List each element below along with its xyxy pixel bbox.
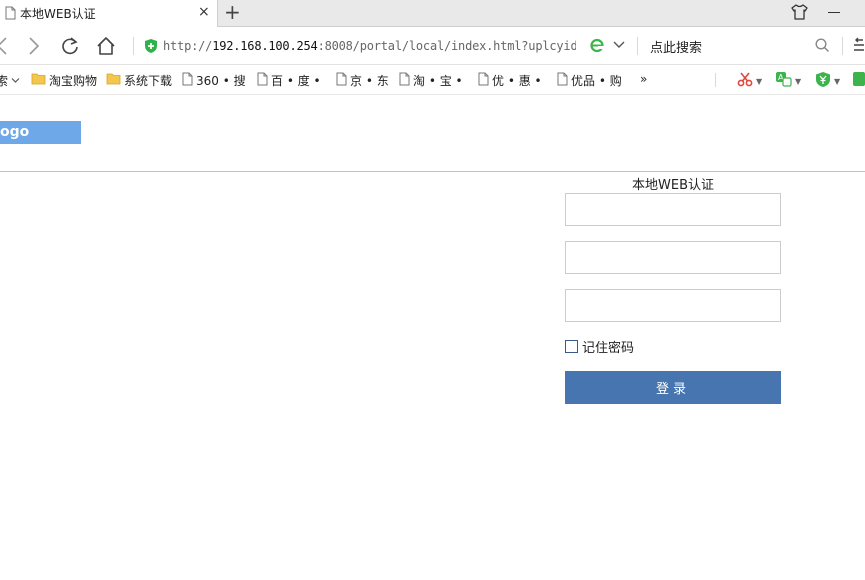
payment-shield-extension-button[interactable]: ▼: [815, 71, 840, 92]
header-divider: [0, 171, 865, 172]
folder-icon: [31, 73, 46, 88]
bookmark-label: 360 • 搜: [196, 74, 246, 88]
minimize-button[interactable]: [828, 12, 840, 13]
page-icon: [557, 72, 568, 89]
yuan-shield-icon: [815, 71, 831, 92]
scissors-icon: [737, 71, 753, 91]
tab-active[interactable]: 本地WEB认证 ×: [0, 0, 218, 27]
security-shield-icon[interactable]: [144, 38, 158, 58]
folder-icon: [106, 73, 121, 88]
bookmark-label: 淘 • 宝 •: [413, 74, 463, 88]
bookmark-label: 优品 • 购: [571, 74, 622, 88]
username-field[interactable]: [565, 193, 781, 226]
ie-compat-icon[interactable]: [589, 37, 605, 57]
tab-strip: 本地WEB认证 × +: [0, 0, 865, 27]
bookmark-label: 京 • 东: [350, 74, 389, 88]
portal-page: ogo 本地WEB认证 记住密码 登录: [0, 95, 865, 580]
bookmark-label: 百 • 度 •: [271, 74, 321, 88]
url-scheme: http://: [163, 39, 213, 53]
bookmark-label: 索: [0, 74, 9, 88]
remember-password-label: 记住密码: [582, 341, 635, 356]
new-tab-button[interactable]: +: [224, 2, 241, 22]
url-host: 192.168.100.254: [212, 39, 318, 53]
dropdown-arrow-icon: ▼: [756, 76, 763, 86]
bookmark-item[interactable]: 系统下载: [106, 72, 172, 89]
back-icon[interactable]: [0, 36, 8, 60]
url-path: :8008/portal/local/index.html?uplcyid=1: [317, 39, 576, 53]
auth-title: 本地WEB认证: [632, 178, 714, 193]
bookmarks-divider: [715, 73, 716, 87]
bookmark-item[interactable]: 百 • 度 •: [257, 72, 321, 89]
close-tab-icon[interactable]: ×: [198, 4, 210, 20]
login-button[interactable]: 登录: [565, 371, 781, 404]
address-input[interactable]: http://192.168.100.254:8008/portal/local…: [163, 39, 576, 53]
bookmark-item[interactable]: 京 • 东: [336, 72, 389, 89]
page-icon: [399, 72, 410, 89]
chevron-down-icon[interactable]: [613, 39, 625, 55]
home-icon[interactable]: [96, 36, 116, 60]
extra-field[interactable]: [565, 289, 781, 322]
page-icon: [257, 72, 268, 89]
skin-icon[interactable]: [791, 4, 808, 24]
refresh-icon[interactable]: [60, 36, 80, 60]
toolbar-divider: [133, 37, 134, 55]
translate-icon: A: [775, 71, 792, 91]
dropdown-arrow-icon: ▼: [834, 77, 841, 86]
more-glyph: »: [640, 72, 648, 86]
toolbar-divider: [637, 37, 638, 55]
green-square-icon: [852, 71, 865, 91]
translate-extension-button[interactable]: A ▼: [775, 71, 801, 91]
forward-icon[interactable]: [28, 36, 40, 60]
bookmark-item[interactable]: 优品 • 购: [557, 72, 622, 89]
page-icon: [182, 72, 193, 89]
bookmark-item[interactable]: 淘宝购物: [31, 72, 97, 89]
bookmark-item[interactable]: 优 • 惠 •: [478, 72, 542, 89]
dropdown-arrow-icon: ▼: [795, 76, 802, 86]
toolbar-divider: [842, 37, 843, 55]
page-icon: [478, 72, 489, 89]
chevron-down-icon: [11, 74, 20, 88]
page-icon: [336, 72, 347, 89]
bookmark-label: 系统下载: [124, 74, 173, 88]
bookmark-item[interactable]: 索: [0, 72, 20, 89]
password-field[interactable]: [565, 241, 781, 274]
search-input[interactable]: 点此搜索: [650, 37, 702, 56]
portal-logo: ogo: [0, 121, 81, 144]
checkbox-box[interactable]: [565, 340, 578, 353]
undo-icon[interactable]: [853, 37, 865, 59]
bookmarks-more-button[interactable]: »: [640, 72, 647, 86]
bookmark-item[interactable]: 360 • 搜: [182, 72, 246, 89]
tab-title: 本地WEB认证: [20, 7, 96, 21]
page-icon: [5, 6, 16, 24]
navigation-bar: http://192.168.100.254:8008/portal/local…: [0, 27, 865, 65]
bookmark-item[interactable]: 淘 • 宝 •: [399, 72, 463, 89]
bookmark-label: 淘宝购物: [49, 74, 98, 88]
green-extension-button[interactable]: [852, 71, 865, 91]
remember-password-checkbox[interactable]: 记住密码: [565, 337, 634, 356]
bookmarks-bar: 索 淘宝购物 系统下载 360 • 搜 百 • 度 • 京 • 东 淘 • 宝 …: [0, 65, 865, 95]
scissors-extension-button[interactable]: ▼: [737, 71, 762, 91]
search-icon[interactable]: [815, 38, 830, 57]
bookmark-label: 优 • 惠 •: [492, 74, 542, 88]
